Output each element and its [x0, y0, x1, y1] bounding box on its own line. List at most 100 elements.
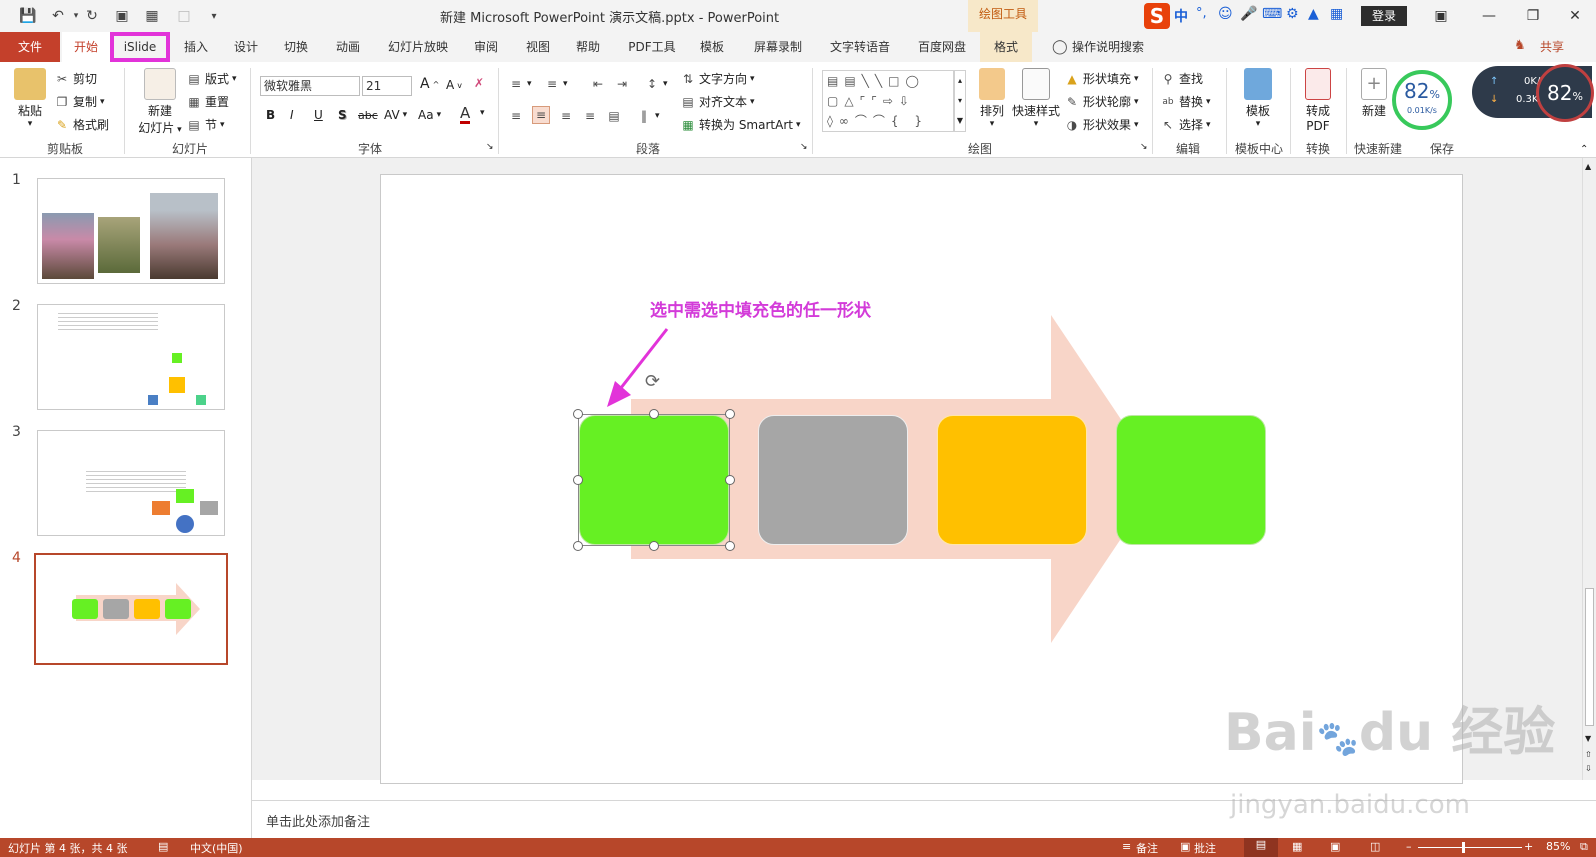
sogou-ime-icon[interactable]: S [1144, 3, 1170, 29]
login-button[interactable]: 登录 [1361, 6, 1407, 26]
tab-transitions[interactable]: 切换 [276, 32, 316, 62]
zoom-level[interactable]: 85% [1546, 840, 1570, 853]
reset-button[interactable]: ▦ 重置 [186, 93, 229, 110]
save-icon[interactable]: 💾 [18, 6, 38, 26]
share-icon[interactable]: ♞ [1514, 38, 1526, 53]
align-center-button[interactable]: ≡ [532, 106, 550, 124]
undo-icon[interactable]: ↶ [48, 6, 68, 26]
shape-fill-button[interactable]: ▲ 形状填充 ▾ [1064, 70, 1138, 87]
strikethrough-button[interactable]: abc [358, 109, 378, 122]
increase-indent-button[interactable]: ⇥ [614, 76, 630, 92]
tab-review[interactable]: 审阅 [466, 32, 506, 62]
bullets-button[interactable]: ≡ ▾ [508, 76, 532, 92]
tab-animations[interactable]: 动画 [328, 32, 368, 62]
slide-thumbnail-2[interactable] [37, 304, 225, 410]
previous-slide-icon[interactable]: ⇧ [1585, 750, 1592, 759]
paste-button[interactable]: 粘贴 ▾ [10, 68, 50, 129]
select-button[interactable]: ↖ 选择 ▾ [1160, 116, 1211, 133]
share-button[interactable]: 共享 [1532, 32, 1572, 62]
normal-view-icon[interactable]: ▤ [1244, 838, 1278, 857]
ime-menu-icon[interactable]: ▦ [1330, 6, 1343, 22]
rounded-rect-gray[interactable] [758, 415, 908, 545]
slide-thumbnail-1[interactable] [37, 178, 225, 284]
tab-text-to-speech[interactable]: 文字转语音 [822, 32, 898, 62]
text-shadow-button[interactable]: S [338, 108, 347, 122]
justify-button[interactable]: ≡ [582, 108, 598, 124]
font-size-field[interactable]: 21 [362, 76, 412, 96]
resize-handle[interactable] [725, 541, 735, 551]
memory-gauge-widget[interactable]: 82% 0.01K/s [1392, 70, 1452, 130]
scroll-thumb[interactable] [1585, 588, 1594, 726]
clear-formatting-icon[interactable]: ✗ [474, 76, 484, 90]
slide-sorter-view-icon[interactable]: ▦ [1292, 840, 1302, 853]
align-text-button[interactable]: ▤ 对齐文本 ▾ [680, 93, 754, 110]
shape-effects-button[interactable]: ◑ 形状效果 ▾ [1064, 116, 1139, 133]
new-file-icon[interactable]: □ [174, 6, 194, 26]
tab-screen-record[interactable]: 屏幕录制 [746, 32, 810, 62]
line-spacing-button[interactable]: ↕ ▾ [644, 76, 668, 92]
start-slideshow-icon[interactable]: ▣ [112, 6, 132, 26]
maximize-icon[interactable]: ❐ [1518, 6, 1548, 26]
font-dialog-launcher-icon[interactable]: ↘ [486, 142, 494, 152]
redo-icon[interactable]: ↻ [82, 6, 102, 26]
rounded-rect-yellow[interactable] [937, 415, 1087, 545]
quick-new-button[interactable]: + 新建 [1354, 68, 1394, 119]
ime-tools-icon[interactable]: ⚙ [1286, 6, 1299, 22]
zoom-slider-thumb[interactable] [1462, 842, 1465, 853]
shapes-gallery[interactable]: ▤▤╲╲□◯ ▢△⌜⌜⇨⇩ ◊∞⌒⌒{ } [822, 70, 954, 132]
notes-toggle-icon[interactable]: ≡ [1122, 840, 1131, 853]
tab-islide[interactable]: iSlide [110, 32, 170, 62]
drawing-dialog-launcher-icon[interactable]: ↘ [1140, 142, 1148, 152]
format-painter-button[interactable]: ✎ 格式刷 [54, 116, 109, 133]
ime-emoji-icon[interactable]: ☺ [1218, 6, 1233, 22]
distributed-button[interactable]: ▤ [606, 108, 622, 124]
minimize-icon[interactable]: — [1474, 6, 1504, 26]
resize-handle[interactable] [573, 541, 583, 551]
align-right-button[interactable]: ≡ [558, 108, 574, 124]
comments-button[interactable]: 批注 [1194, 840, 1216, 856]
tab-home[interactable]: 开始 [62, 32, 110, 62]
change-case-button[interactable]: Aa ▾ [418, 108, 441, 122]
ime-punctuation-icon[interactable]: °, [1196, 6, 1207, 21]
tab-baidu-netdisk[interactable]: 百度网盘 [910, 32, 974, 62]
rounded-rect-green-2[interactable] [1116, 415, 1266, 545]
tab-design[interactable]: 设计 [226, 32, 266, 62]
replace-button[interactable]: ab 替换 ▾ [1160, 93, 1210, 110]
font-color-button[interactable]: A [460, 106, 471, 124]
tell-me-search[interactable]: 操作说明搜索 [1072, 32, 1162, 62]
resize-handle[interactable] [649, 541, 659, 551]
font-color-dropdown-icon[interactable]: ▾ [480, 108, 485, 118]
notes-toggle-button[interactable]: 备注 [1136, 840, 1158, 856]
ime-skin-icon[interactable]: ▲ [1308, 6, 1319, 22]
cut-button[interactable]: ✂ 剪切 [54, 70, 97, 87]
arrange-button[interactable]: 排列 ▾ [972, 68, 1012, 129]
resize-handle[interactable] [725, 475, 735, 485]
scroll-down-icon[interactable]: ▼ [1585, 734, 1591, 743]
copy-button[interactable]: ❐ 复制 ▾ [54, 93, 105, 110]
collapse-ribbon-icon[interactable]: ⌃ [1580, 144, 1588, 155]
cpu-gauge-widget[interactable]: 82% [1536, 64, 1594, 122]
layout-button[interactable]: ▤ 版式 ▾ [186, 70, 236, 87]
fit-to-window-icon[interactable]: ⧉ [1580, 840, 1588, 854]
scroll-up-icon[interactable]: ▲ [1585, 162, 1591, 171]
tab-file[interactable]: 文件 [0, 32, 60, 62]
comments-icon[interactable]: ▣ [1180, 840, 1190, 853]
resize-handle[interactable] [725, 409, 735, 419]
convert-smartart-button[interactable]: ▦ 转换为 SmartArt ▾ [680, 116, 800, 133]
grow-font-button[interactable]: A ^ [420, 76, 439, 92]
ribbon-display-options-icon[interactable]: ▣ [1426, 6, 1456, 26]
new-slide-button[interactable]: 新建 幻灯片 ▾ [134, 68, 186, 136]
slide-thumbnail-4-selected[interactable] [34, 553, 228, 665]
convert-pdf-button[interactable]: 转成 PDF [1296, 68, 1340, 133]
tab-format[interactable]: 格式 [980, 32, 1032, 62]
shapes-gallery-scroll[interactable]: ▴ ▾ ▼ [954, 70, 966, 132]
ime-keyboard-icon[interactable]: ⌨ [1262, 6, 1282, 22]
zoom-in-icon[interactable]: + [1524, 840, 1533, 853]
ime-voice-icon[interactable]: 🎤 [1240, 6, 1257, 22]
resize-handle[interactable] [573, 475, 583, 485]
paragraph-dialog-launcher-icon[interactable]: ↘ [800, 142, 808, 152]
align-left-button[interactable]: ≡ [508, 108, 524, 124]
vertical-scrollbar[interactable]: ▲ ▼ ⇧ ⇩ [1582, 158, 1596, 780]
layout-icon[interactable]: ▦ [142, 6, 162, 26]
character-spacing-button[interactable]: AV ▾ [384, 108, 407, 122]
